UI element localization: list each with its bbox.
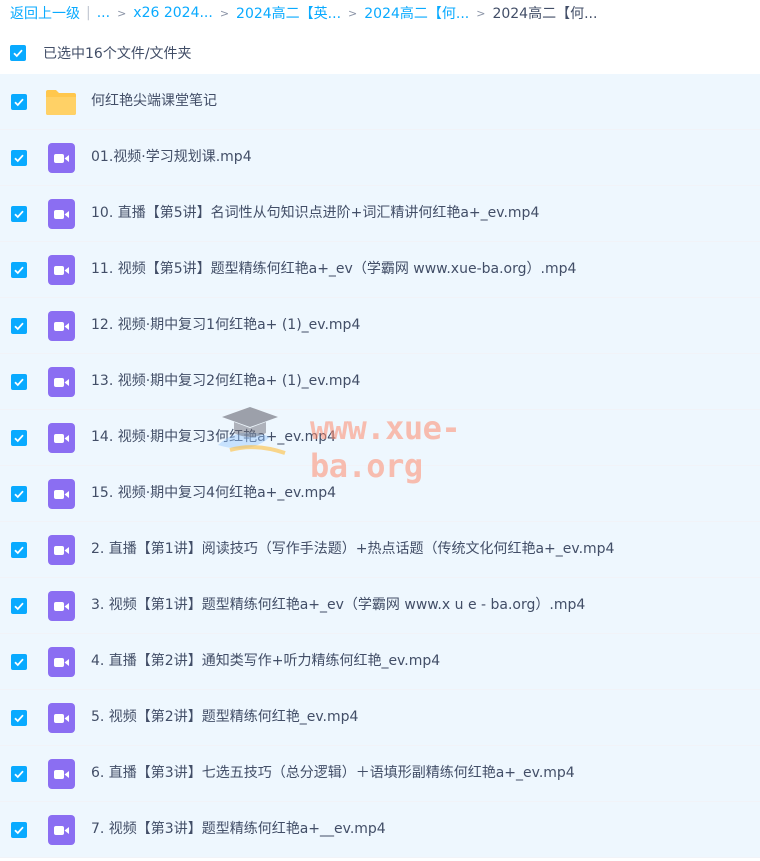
chevron-right-icon: > — [117, 6, 127, 20]
chevron-right-icon: > — [219, 6, 230, 20]
check-icon — [14, 826, 24, 835]
check-icon — [14, 322, 24, 331]
video-file-icon — [45, 815, 77, 845]
file-name[interactable]: 01.视频·学习规划课.mp4 — [91, 130, 252, 185]
file-name[interactable]: 何红艳尖端课堂笔记 — [91, 74, 217, 129]
row-checkbox[interactable] — [11, 374, 27, 390]
check-icon — [14, 154, 24, 163]
back-link[interactable]: 返回上一级 — [10, 3, 80, 23]
row-checkbox[interactable] — [11, 262, 27, 278]
video-file-icon — [45, 255, 77, 285]
check-icon — [14, 378, 24, 387]
check-icon — [14, 546, 24, 555]
breadcrumb-item[interactable]: 2024高二【英... — [236, 3, 341, 23]
row-checkbox[interactable] — [11, 542, 27, 558]
file-row[interactable]: 12. 视频·期中复习1何红艳a+ (1)_ev.mp4 — [0, 298, 760, 354]
check-icon — [14, 714, 24, 723]
video-file-icon — [45, 143, 77, 173]
file-row[interactable]: 4. 直播【第2讲】通知类写作+听力精练何红艳_ev.mp4 — [0, 634, 760, 690]
video-file-icon — [45, 423, 77, 453]
row-checkbox[interactable] — [11, 822, 27, 838]
breadcrumb-item[interactable]: x26 2024... — [133, 5, 213, 21]
video-file-icon — [45, 199, 77, 229]
video-file-icon — [45, 311, 77, 341]
check-icon — [14, 210, 24, 219]
breadcrumb-current: 2024高二【何... — [492, 6, 598, 22]
row-checkbox[interactable] — [11, 430, 27, 446]
file-name[interactable]: 11. 视频【第5讲】题型精练何红艳a+_ev（学霸网 www.xue-ba.o… — [91, 242, 576, 297]
file-row[interactable]: 2. 直播【第1讲】阅读技巧（写作手法题）+热点话题（传统文化何红艳a+_ev.… — [0, 522, 760, 578]
video-file-icon — [45, 367, 77, 397]
row-checkbox[interactable] — [11, 486, 27, 502]
select-all-checkbox[interactable] — [10, 45, 26, 61]
file-row[interactable]: 何红艳尖端课堂笔记 — [0, 74, 760, 130]
video-file-icon — [45, 479, 77, 509]
check-icon — [13, 49, 23, 58]
check-icon — [14, 266, 24, 275]
file-name[interactable]: 2. 直播【第1讲】阅读技巧（写作手法题）+热点话题（传统文化何红艳a+_ev.… — [91, 522, 614, 577]
file-name[interactable]: 13. 视频·期中复习2何红艳a+ (1)_ev.mp4 — [91, 354, 360, 409]
breadcrumb-ellipsis[interactable]: ... — [97, 5, 110, 21]
row-checkbox[interactable] — [11, 598, 27, 614]
video-file-icon — [45, 703, 77, 733]
file-row[interactable]: 6. 直播【第3讲】七选五技巧（总分逻辑）＋语填形副精练何红艳a+_ev.mp4 — [0, 746, 760, 802]
chevron-right-icon: > — [476, 6, 486, 20]
file-name[interactable]: 7. 视频【第3讲】题型精练何红艳a+__ev.mp4 — [91, 802, 386, 857]
file-row[interactable]: 10. 直播【第5讲】名词性从句知识点进阶+词汇精讲何红艳a+_ev.mp4 — [0, 186, 760, 242]
file-name[interactable]: 10. 直播【第5讲】名词性从句知识点进阶+词汇精讲何红艳a+_ev.mp4 — [91, 186, 539, 241]
row-checkbox[interactable] — [11, 318, 27, 334]
video-file-icon — [45, 535, 77, 565]
file-name[interactable]: 14. 视频·期中复习3何红艳a+_ev.mp4 — [91, 410, 336, 465]
file-row[interactable]: 01.视频·学习规划课.mp4 — [0, 130, 760, 186]
check-icon — [14, 98, 24, 107]
file-row[interactable]: 7. 视频【第3讲】题型精练何红艳a+__ev.mp4 — [0, 802, 760, 858]
check-icon — [14, 658, 24, 667]
file-name[interactable]: 5. 视频【第2讲】题型精练何红艳_ev.mp4 — [91, 690, 358, 745]
file-row[interactable]: 13. 视频·期中复习2何红艳a+ (1)_ev.mp4 — [0, 354, 760, 410]
file-name[interactable]: 3. 视频【第1讲】题型精练何红艳a+_ev（学霸网 www.x u e - b… — [91, 578, 585, 633]
file-row[interactable]: 11. 视频【第5讲】题型精练何红艳a+_ev（学霸网 www.xue-ba.o… — [0, 242, 760, 298]
check-icon — [14, 434, 24, 443]
row-checkbox[interactable] — [11, 150, 27, 166]
breadcrumb: 返回上一级 | ... > x26 2024... > 2024高二【英... … — [10, 0, 750, 26]
file-list: 何红艳尖端课堂笔记 01.视频·学习规划课.mp4 10. 直播【第5讲】名词性从句… — [0, 74, 760, 858]
file-row[interactable]: 15. 视频·期中复习4何红艳a+_ev.mp4 — [0, 466, 760, 522]
file-row[interactable]: 14. 视频·期中复习3何红艳a+_ev.mp4 — [0, 410, 760, 466]
row-checkbox[interactable] — [11, 94, 27, 110]
row-checkbox[interactable] — [11, 654, 27, 670]
video-file-icon — [45, 591, 77, 621]
check-icon — [14, 770, 24, 779]
row-checkbox[interactable] — [11, 766, 27, 782]
check-icon — [14, 490, 24, 499]
file-name[interactable]: 4. 直播【第2讲】通知类写作+听力精练何红艳_ev.mp4 — [91, 634, 440, 689]
file-name[interactable]: 15. 视频·期中复习4何红艳a+_ev.mp4 — [91, 466, 336, 521]
select-all-bar: 已选中16个文件/文件夹 — [10, 40, 750, 66]
file-row[interactable]: 5. 视频【第2讲】题型精练何红艳_ev.mp4 — [0, 690, 760, 746]
breadcrumb-item[interactable]: 2024高二【何... — [364, 3, 469, 23]
file-name[interactable]: 12. 视频·期中复习1何红艳a+ (1)_ev.mp4 — [91, 298, 360, 353]
file-row[interactable]: 3. 视频【第1讲】题型精练何红艳a+_ev（学霸网 www.x u e - b… — [0, 578, 760, 634]
video-file-icon — [45, 647, 77, 677]
chevron-right-icon: > — [348, 6, 358, 20]
selection-count-label: 已选中16个文件/文件夹 — [43, 46, 192, 62]
row-checkbox[interactable] — [11, 710, 27, 726]
breadcrumb-divider: | — [86, 5, 91, 21]
row-checkbox[interactable] — [11, 206, 27, 222]
check-icon — [14, 602, 24, 611]
video-file-icon — [45, 759, 77, 789]
folder-icon — [45, 87, 77, 117]
file-name[interactable]: 6. 直播【第3讲】七选五技巧（总分逻辑）＋语填形副精练何红艳a+_ev.mp4 — [91, 746, 575, 801]
